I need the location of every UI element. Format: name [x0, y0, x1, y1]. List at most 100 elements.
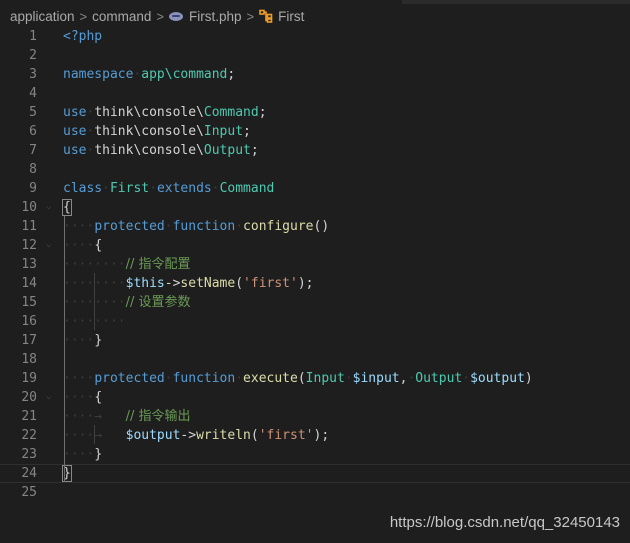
indent-guide: [94, 273, 95, 330]
line-number: 24: [21, 466, 37, 481]
code-token: (: [235, 276, 244, 291]
code-token: ·: [462, 371, 471, 386]
line-number: 12: [21, 238, 37, 253]
code-line[interactable]: 6 use·think\console\Input;: [0, 122, 630, 141]
code-token: }: [94, 447, 103, 462]
code-token: ·: [211, 181, 220, 196]
line-number: 1: [29, 29, 37, 44]
breadcrumb-item-command[interactable]: command: [92, 9, 151, 24]
line-number: 23: [21, 447, 37, 462]
breadcrumb-separator: >: [79, 8, 88, 24]
code-line[interactable]: 11 ····protected·function·configure(): [0, 217, 630, 236]
breadcrumb-item-application[interactable]: application: [10, 9, 75, 24]
code-token: ·: [149, 181, 157, 196]
fold-chevron-icon[interactable]: ⌵: [46, 198, 56, 217]
code-token: use: [63, 105, 87, 120]
code-token: $this: [125, 276, 165, 291]
code-token: function: [172, 219, 236, 234]
code-token: );: [297, 276, 314, 291]
code-line[interactable]: 9 class·First·extends·Command: [0, 179, 630, 198]
code-text: ····{: [63, 388, 102, 407]
code-token: protected: [94, 371, 165, 386]
code-token: ;: [250, 143, 259, 158]
code-text: ····protected·function·execute(Input·$in…: [63, 369, 533, 388]
line-number: 5: [29, 105, 37, 120]
code-token: {: [94, 238, 103, 253]
code-token: ·: [164, 371, 173, 386]
code-token: First: [109, 181, 150, 196]
code-line[interactable]: 25: [0, 483, 630, 502]
code-line[interactable]: 12 ⌵ ····{: [0, 236, 630, 255]
code-token: (: [297, 371, 306, 386]
code-text: class·First·extends·Command: [63, 179, 274, 198]
line-number: 6: [29, 124, 37, 139]
fold-chevron-icon[interactable]: ⌵: [46, 236, 56, 255]
code-token: 'first': [243, 276, 298, 291]
code-token: ->: [180, 428, 197, 443]
code-token: ·: [235, 219, 244, 234]
php-file-icon: [169, 11, 184, 21]
code-line[interactable]: 5 use·think\console\Command;: [0, 103, 630, 122]
line-number: 21: [21, 409, 37, 424]
code-text: ····→ $output->writeln('first');: [63, 426, 329, 445]
code-token: ····: [63, 371, 95, 386]
code-line[interactable]: 17 ····}: [0, 331, 630, 350]
line-number: 19: [21, 371, 37, 386]
code-token: app\command: [141, 67, 228, 82]
code-line[interactable]: 19 ····protected·function·execute(Input·$…: [0, 369, 630, 388]
code-token: Command: [219, 181, 275, 196]
code-token: ·: [344, 371, 353, 386]
code-token: (: [250, 428, 259, 443]
code-token: Output: [415, 371, 463, 386]
code-token: // 设置参数: [125, 295, 191, 310]
code-token: }: [94, 333, 103, 348]
code-token: );: [313, 428, 330, 443]
breadcrumb-item-class[interactable]: First: [278, 9, 304, 24]
code-line[interactable]: 20 ⌵ ····{: [0, 388, 630, 407]
code-line[interactable]: 23 ····}: [0, 445, 630, 464]
code-editor[interactable]: 1 <?php 2 3 namespace·app\command; 4 5 use·thin…: [0, 27, 630, 502]
code-token: ): [524, 371, 533, 386]
code-token: (): [313, 219, 330, 234]
code-token: Input: [305, 371, 345, 386]
code-token: function: [172, 371, 236, 386]
line-number: 16: [21, 314, 37, 329]
code-token: use: [63, 143, 87, 158]
code-text: ····→ // 指令输出: [63, 407, 191, 426]
code-token: $output: [470, 371, 525, 386]
fold-chevron-icon[interactable]: ⌵: [46, 388, 56, 407]
code-token: protected: [94, 219, 165, 234]
line-number: 3: [29, 67, 37, 82]
code-line[interactable]: 8: [0, 160, 630, 179]
code-line[interactable]: 7 use·think\console\Output;: [0, 141, 630, 160]
code-line[interactable]: 3 namespace·app\command;: [0, 65, 630, 84]
code-token: <?php: [63, 29, 103, 44]
breadcrumb-item-file[interactable]: First.php: [189, 9, 242, 24]
editor-tab-strip: [402, 0, 630, 4]
code-token: extends: [156, 181, 212, 196]
code-text: ········// 设置参数: [63, 293, 191, 312]
code-token: use: [63, 124, 87, 139]
line-number: 25: [21, 485, 37, 500]
indent-guide: [64, 216, 65, 482]
code-line[interactable]: 1 <?php: [0, 27, 630, 46]
code-token: think\console\: [94, 105, 204, 120]
code-token: setName: [180, 276, 236, 291]
code-token: class: [63, 181, 103, 196]
code-text: {: [62, 198, 72, 217]
code-token: {: [94, 390, 103, 405]
code-line[interactable]: 18: [0, 350, 630, 369]
breadcrumb-separator: >: [246, 8, 255, 24]
code-line[interactable]: 24}: [0, 464, 630, 483]
code-line[interactable]: 10 ⌵ {: [0, 198, 630, 217]
code-token: writeln: [196, 428, 251, 443]
code-line[interactable]: 4: [0, 84, 630, 103]
code-line[interactable]: 13 ········// 指令配置: [0, 255, 630, 274]
code-token: ····: [63, 219, 95, 234]
code-token: ····: [63, 238, 95, 253]
code-token: ;: [227, 67, 236, 82]
code-line[interactable]: 21 ····→ // 指令输出: [0, 407, 630, 426]
code-line[interactable]: 2: [0, 46, 630, 65]
code-token: namespace: [63, 67, 134, 82]
code-token: ;: [258, 105, 267, 120]
